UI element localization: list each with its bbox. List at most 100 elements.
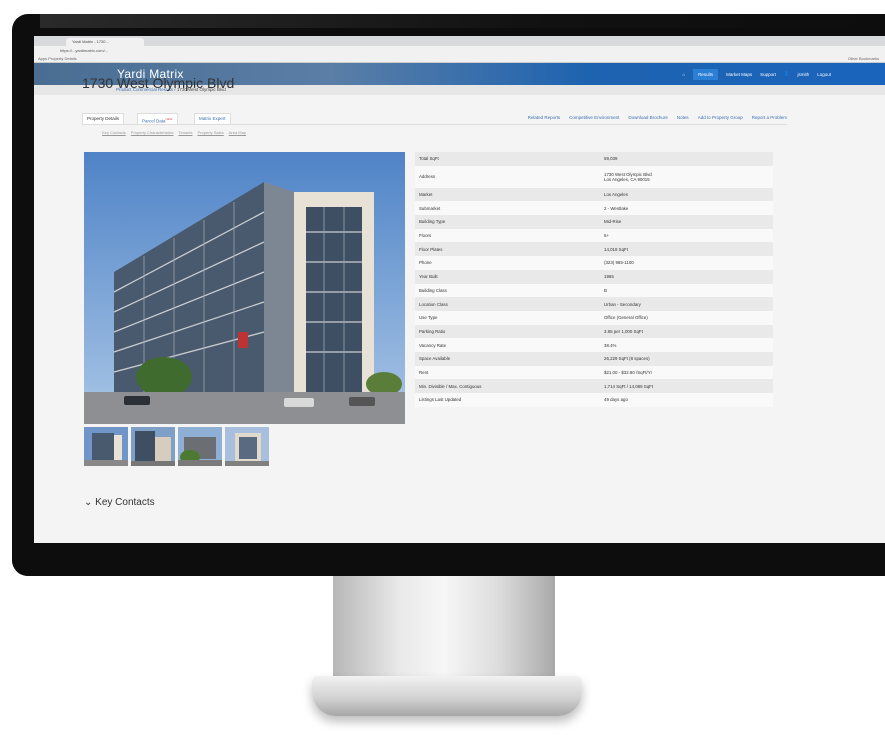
- detail-row: Phone (323) 965-1100: [415, 256, 773, 270]
- bookmarks-left[interactable]: Apps Property Details: [38, 56, 77, 61]
- browser-tab[interactable]: Yardi Matrix - 1730...: [66, 38, 144, 46]
- thumbnail[interactable]: [131, 427, 175, 466]
- detail-row: Listings Last Updated 49 days ago: [415, 393, 773, 407]
- detail-value: 14,018 SqFt: [604, 246, 628, 252]
- nav-logout[interactable]: Logout: [817, 72, 831, 77]
- property-tabs: Property Details Parcel DataNEW Matrix E…: [82, 113, 787, 125]
- browser-tab-bar: Yardi Matrix - 1730...: [34, 36, 885, 46]
- thumbnail[interactable]: [178, 427, 222, 466]
- bezel-glare: [40, 14, 885, 28]
- anchor-area-map[interactable]: Area Map: [229, 130, 246, 135]
- nav-results[interactable]: Results: [693, 68, 719, 80]
- property-details-table: Total SqFt 59,039 Address 1730 West Olympi…: [415, 152, 773, 407]
- detail-label: Rent: [419, 369, 429, 375]
- add-to-group-link[interactable]: Add to Property Group: [698, 113, 743, 123]
- nav-user[interactable]: jsmith: [797, 72, 809, 77]
- detail-row: Space Available 26,229 SqFt (8 spaces): [415, 351, 773, 366]
- page-title: 1730 West Olympic Blvd: [82, 75, 235, 91]
- tab-parcel-label: Parcel Data: [142, 118, 166, 124]
- detail-label: Floor Plates: [419, 246, 443, 252]
- detail-row: Submarket 2 - Westlake: [415, 201, 773, 216]
- detail-label: Submarket: [419, 205, 441, 211]
- building-photo[interactable]: [84, 152, 405, 424]
- new-badge: NEW: [165, 117, 173, 121]
- detail-value: $21.00 - $32.80 /SqFt/Yr: [604, 369, 653, 375]
- monitor-mockup: Yardi Matrix - 1730... https://...yardim…: [0, 0, 885, 735]
- tab-parcel[interactable]: Parcel DataNEW: [137, 113, 178, 124]
- detail-row: Vacancy Rate 38.4%: [415, 338, 773, 352]
- detail-value: Los Angeles: [604, 192, 628, 198]
- detail-value: B: [604, 287, 607, 293]
- detail-row: Address 1730 West Olympic Blvd Los Angeles…: [415, 165, 773, 188]
- chevron-down-icon: ⌄: [84, 497, 93, 508]
- address-bar[interactable]: https://...yardimatrix.com/...: [34, 46, 885, 55]
- nav-market-maps[interactable]: Market Maps: [726, 72, 752, 77]
- detail-value: 2 - Westlake: [604, 205, 629, 211]
- anchor-tenants[interactable]: Tenants: [178, 130, 192, 135]
- detail-label: Market: [419, 192, 433, 198]
- monitor-stand-base: [312, 676, 582, 716]
- detail-label: Address: [419, 174, 436, 180]
- detail-value: Office (General Office): [604, 315, 648, 321]
- detail-row: Min. Divisible / Max. Contiguous 1,714 Sq…: [415, 379, 773, 393]
- anchor-key-contacts[interactable]: Key Contacts: [102, 130, 126, 135]
- detail-row: Building Class B: [415, 283, 773, 298]
- key-contacts-label: Key Contacts: [95, 497, 155, 508]
- detail-label: Parking Ratio: [419, 328, 446, 334]
- detail-row: Location Class Urban - Secondary: [415, 297, 773, 311]
- detail-row: Market Los Angeles: [415, 187, 773, 202]
- detail-value: 26,229 SqFt (8 spaces): [604, 356, 650, 362]
- detail-label: Floors: [419, 233, 432, 239]
- key-contacts-heading[interactable]: ⌄ Key Contacts: [84, 497, 155, 508]
- detail-row: Floor Plates 14,018 SqFt: [415, 242, 773, 257]
- detail-label: Location Class: [419, 301, 448, 307]
- related-reports-link[interactable]: Related Reports: [528, 113, 561, 123]
- detail-value: Urban - Secondary: [604, 301, 641, 307]
- detail-value: 1,714 SqFt / 14,089 SqFt: [604, 383, 654, 389]
- action-links: Related Reports Competitive Environment …: [528, 113, 787, 123]
- detail-value: 38.4%: [604, 342, 617, 348]
- detail-value: Mid-Rise: [604, 219, 622, 225]
- user-icon: 👤: [783, 71, 790, 76]
- nav-support[interactable]: Support: [760, 72, 776, 77]
- detail-value: 59,039: [604, 156, 618, 162]
- tab-matrix-expert[interactable]: Matrix Expert: [194, 113, 231, 124]
- report-problem-link[interactable]: Report a Problem: [752, 113, 787, 123]
- photo-thumbnails: [84, 427, 269, 466]
- detail-row: Year Built 1965: [415, 269, 773, 284]
- bookmarks-bar: Apps Property Details Other Bookmarks: [34, 55, 885, 63]
- detail-label: Use Type: [419, 315, 438, 321]
- thumbnail[interactable]: [225, 427, 269, 466]
- detail-row: Floors 6+: [415, 228, 773, 243]
- notes-link[interactable]: Notes: [677, 113, 689, 123]
- anchor-property-characteristics[interactable]: Property Characteristics: [131, 130, 174, 135]
- detail-label: Building Class: [419, 287, 447, 293]
- detail-label: Vacancy Rate: [419, 342, 447, 348]
- detail-value: 1965: [604, 274, 614, 280]
- thumbnail[interactable]: [84, 427, 128, 466]
- nav-links: ⌂ Results Market Maps Support 👤 jsmith L…: [682, 63, 831, 85]
- download-brochure-link[interactable]: Download Brochure: [628, 113, 668, 123]
- detail-label: Building Type: [419, 219, 446, 225]
- detail-value: 6+: [604, 233, 610, 239]
- competitive-environment-link[interactable]: Competitive Environment: [569, 113, 619, 123]
- anchor-property-sales[interactable]: Property Sales: [198, 130, 224, 135]
- detail-row: Rent $21.00 - $32.80 /SqFt/Yr: [415, 365, 773, 380]
- detail-label: Year Built: [419, 274, 438, 280]
- tab-property-details[interactable]: Property Details: [82, 113, 125, 124]
- detail-value: (323) 965-1100: [604, 260, 634, 266]
- detail-value: 3.85 per 1,000 SqFt: [604, 328, 643, 334]
- detail-label: Min. Divisible / Max. Contiguous: [419, 383, 482, 389]
- building-illustration: [84, 152, 405, 424]
- detail-row: Parking Ratio 3.85 per 1,000 SqFt: [415, 324, 773, 339]
- detail-value: 1730 West Olympic Blvd Los Angeles, CA 90…: [604, 172, 773, 182]
- detail-label: Space Available: [419, 356, 451, 362]
- bookmarks-other[interactable]: Other Bookmarks: [848, 55, 879, 62]
- address-line2: Los Angeles, CA 90015: [604, 176, 650, 182]
- section-anchor-links: Key Contacts Property Characteristics Te…: [102, 130, 246, 135]
- home-icon[interactable]: ⌂: [682, 72, 685, 77]
- monitor-chin: [12, 545, 885, 576]
- detail-row: Total SqFt 59,039: [415, 152, 773, 166]
- detail-label: Phone: [419, 260, 432, 266]
- monitor-stand-neck: [333, 576, 555, 686]
